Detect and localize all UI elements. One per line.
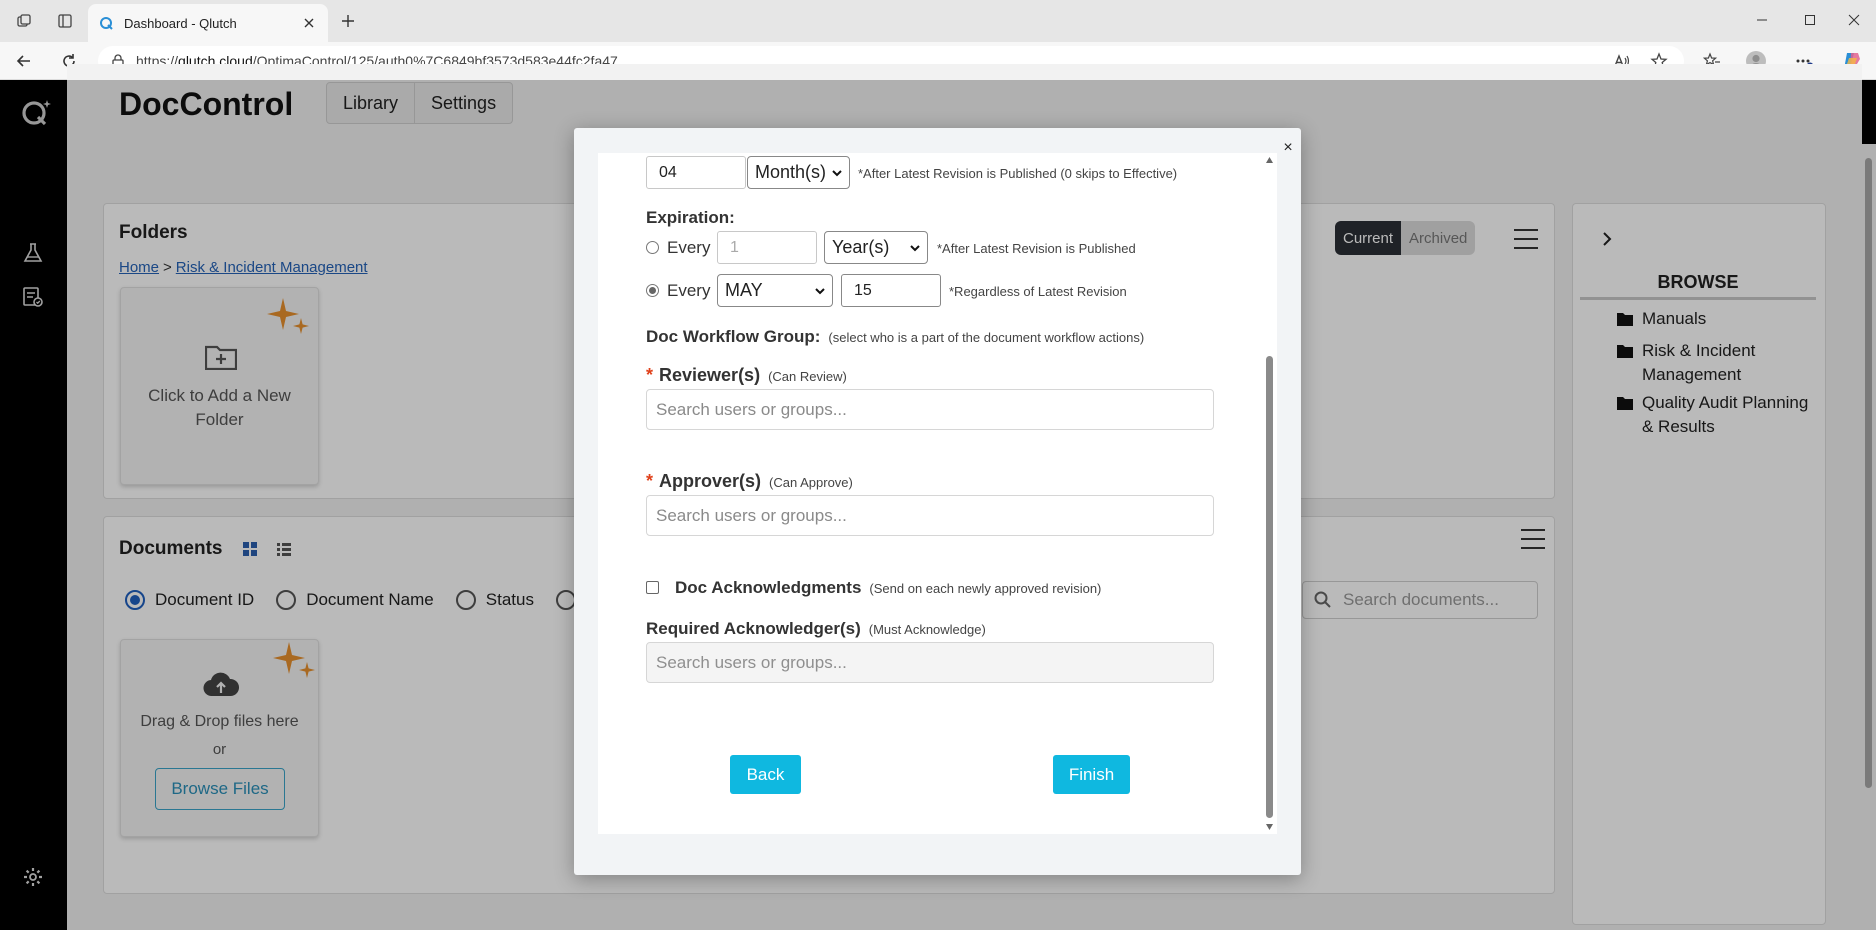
modal-scrollbar[interactable] <box>1262 153 1277 834</box>
doc-acknowledgments-sub: (Send on each newly approved revision) <box>869 581 1102 596</box>
review-interval-unit-select[interactable]: Month(s) <box>747 156 850 189</box>
expiration-fixed-note: *Regardless of Latest Revision <box>949 284 1127 299</box>
expiration-unit-select[interactable]: Year(s) <box>824 231 928 264</box>
review-interval-input[interactable]: 04 <box>646 156 746 189</box>
acknowledgers-search-input[interactable]: Search users or groups... <box>646 642 1214 683</box>
expiration-relative-radio[interactable] <box>646 241 659 254</box>
back-button[interactable]: Back <box>730 755 801 794</box>
approvers-label: * Approver(s) (Can Approve) <box>646 471 853 491</box>
chevron-down-icon <box>910 245 920 252</box>
chevron-down-icon <box>832 170 842 177</box>
review-interval-note: *After Latest Revision is Published (0 s… <box>858 166 1178 181</box>
modal-close-icon[interactable]: × <box>1278 138 1298 158</box>
expiration-relative-note: *After Latest Revision is Published <box>937 241 1136 256</box>
qlutch-favicon-icon <box>98 14 116 32</box>
scroll-up-arrow-icon[interactable] <box>1265 156 1274 164</box>
workflow-group-note: (select who is a part of the document wo… <box>828 330 1145 345</box>
expiration-fixed-date-radio[interactable] <box>646 284 659 297</box>
doc-acknowledgments-checkbox[interactable] <box>646 581 659 594</box>
reviewers-search-input[interactable]: Search users or groups... <box>646 389 1214 430</box>
approvers-sub: (Can Approve) <box>769 475 853 490</box>
close-tab-icon[interactable] <box>300 14 318 32</box>
required-acknowledgers-label: Required Acknowledger(s) (Must Acknowledg… <box>646 619 986 638</box>
reviewers-label: * Reviewer(s) (Can Review) <box>646 365 847 385</box>
tab-title: Dashboard - Qlutch <box>124 15 237 31</box>
tab-actions-icon[interactable] <box>51 7 79 35</box>
minimize-icon[interactable] <box>1738 0 1786 40</box>
browser-tab-dashboard[interactable]: Dashboard - Qlutch <box>88 4 328 42</box>
close-window-icon[interactable] <box>1830 0 1876 40</box>
approvers-required-marker: * <box>646 471 654 491</box>
expiration-years-input[interactable]: 1 <box>717 231 817 264</box>
expiration-every-label-1: Every <box>667 238 711 257</box>
expiration-month-select[interactable]: MAY <box>717 274 833 307</box>
expiration-label: Expiration: <box>646 208 735 227</box>
approvers-search-input[interactable]: Search users or groups... <box>646 495 1214 536</box>
chevron-down-icon <box>815 288 825 295</box>
modal-scroll-thumb[interactable] <box>1266 356 1273 818</box>
expiration-every-label-2: Every <box>667 281 711 300</box>
maximize-icon[interactable] <box>1786 0 1834 40</box>
back-arrow-icon[interactable] <box>10 47 38 75</box>
workflow-group-label: Doc Workflow Group: (select who is a part… <box>646 327 1145 346</box>
expiration-day-input[interactable]: 15 <box>841 274 941 307</box>
reviewers-required-marker: * <box>646 365 654 385</box>
new-tab-icon[interactable] <box>334 7 362 35</box>
workspaces-icon[interactable] <box>10 7 38 35</box>
required-acknowledgers-sub: (Must Acknowledge) <box>868 622 986 637</box>
finish-button[interactable]: Finish <box>1053 755 1130 794</box>
scroll-down-arrow-icon[interactable] <box>1265 823 1274 831</box>
browser-tab-bar: Dashboard - Qlutch <box>0 0 1876 42</box>
doc-acknowledgments-label: Doc Acknowledgments (Send on each newly a… <box>675 578 1102 597</box>
reviewers-sub: (Can Review) <box>768 369 847 384</box>
